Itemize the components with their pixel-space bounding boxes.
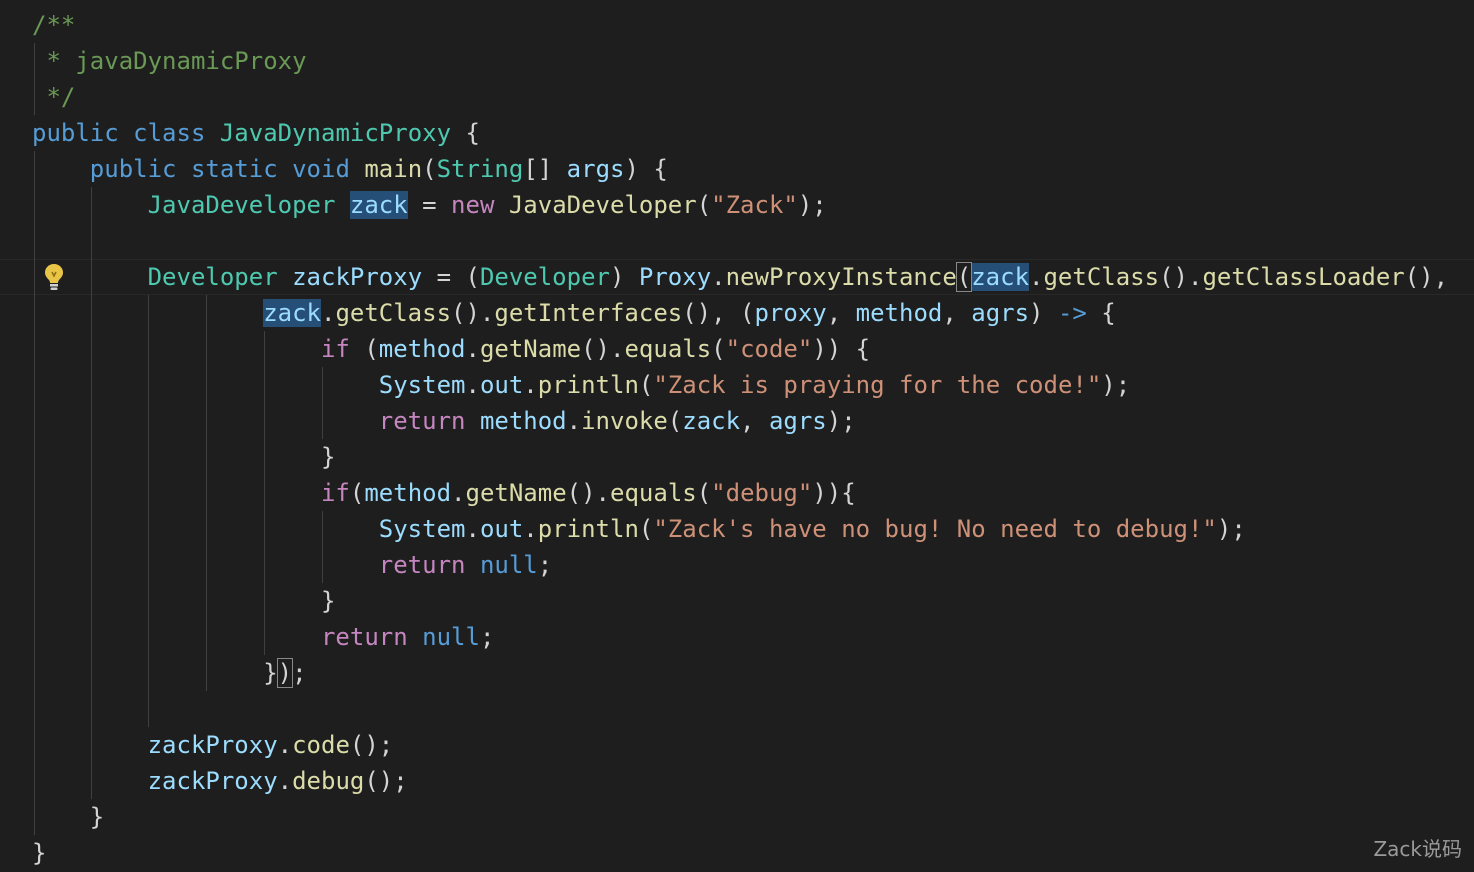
variable-token: System (378, 515, 466, 543)
code-line[interactable]: * javaDynamicProxy (32, 43, 307, 79)
function-token: getClassLoader (1202, 263, 1405, 291)
matched-bracket: ( (955, 262, 973, 292)
string-token: "Zack's have no bug! No need to debug!" (653, 515, 1217, 543)
string-token: "Zack" (711, 191, 798, 219)
code-line[interactable]: } (32, 835, 46, 871)
function-token: println (537, 371, 639, 399)
keyword-token: new (451, 191, 495, 219)
keyword-token: static (190, 155, 278, 183)
selected-variable-token: zack (263, 299, 321, 327)
keyword-token: class (133, 119, 206, 147)
string-token: "Zack is praying for the code!" (653, 371, 1102, 399)
code-line[interactable]: Developer zackProxy = (Developer) Proxy.… (32, 259, 1448, 295)
comment-token: /** (32, 11, 76, 39)
keyword-token: public (32, 119, 119, 147)
string-token: "code" (725, 335, 813, 363)
type-token: Developer (147, 263, 278, 291)
variable-token: method (364, 479, 452, 507)
comment-token: * javaDynamicProxy (32, 47, 307, 75)
variable-token: zackProxy (147, 731, 278, 759)
function-token: getName (479, 335, 582, 363)
variable-token: out (479, 371, 524, 399)
function-token: equals (624, 335, 712, 363)
code-line[interactable]: if(method.getName().equals("debug")){ (32, 475, 856, 511)
code-line[interactable]: */ (32, 79, 75, 115)
keyword-token: public (89, 155, 177, 183)
code-line[interactable]: } (32, 583, 335, 619)
variable-token: agrs (768, 407, 827, 435)
function-token: JavaDeveloper (508, 191, 697, 219)
type-token: String (436, 155, 524, 183)
code-editor[interactable]: /** * javaDynamicProxy */ public class J… (0, 0, 1474, 872)
keyword-token: null (479, 551, 538, 579)
function-token: getClass (335, 299, 452, 327)
variable-token: Proxy (638, 263, 712, 291)
function-token: code (292, 731, 350, 759)
code-line[interactable]: System.out.println("Zack is praying for … (32, 367, 1130, 403)
code-line[interactable]: System.out.println("Zack's have no bug! … (32, 511, 1246, 547)
function-token: main (364, 155, 423, 183)
code-line[interactable]: return null; (32, 547, 552, 583)
function-token: println (537, 515, 639, 543)
variable-token: args (566, 155, 625, 183)
keyword-token: if (320, 479, 350, 507)
function-token: newProxyInstance (725, 263, 957, 291)
keyword-token: return (378, 407, 466, 435)
code-line[interactable]: if (method.getName().equals("code")) { (32, 331, 870, 367)
parameter-token: agrs (971, 299, 1030, 327)
string-token: "debug" (711, 479, 813, 507)
function-token: getInterfaces (494, 299, 683, 327)
variable-token: out (479, 515, 524, 543)
function-token: getName (465, 479, 567, 507)
code-line[interactable]: zackProxy.debug(); (32, 763, 408, 799)
keyword-token: if (320, 335, 350, 363)
code-line[interactable]: JavaDeveloper zack = new JavaDeveloper("… (32, 187, 827, 223)
matched-bracket: ) (276, 658, 294, 688)
variable-token: System (378, 371, 466, 399)
code-line[interactable]: return method.invoke(zack, agrs); (32, 403, 856, 439)
code-line[interactable]: public class JavaDynamicProxy { (32, 115, 480, 151)
variable-token: method (479, 407, 567, 435)
function-token: equals (610, 479, 697, 507)
selected-variable-token: zack (349, 191, 408, 219)
keyword-token: null (422, 623, 480, 651)
code-line[interactable]: /** (32, 7, 75, 43)
variable-token: method (378, 335, 466, 363)
function-token: debug (292, 767, 365, 795)
variable-token: zack (682, 407, 741, 435)
code-line[interactable]: public static void main(String[] args) { (32, 151, 668, 187)
code-line[interactable]: } (32, 439, 335, 475)
code-line[interactable]: zack.getClass().getInterfaces(), (proxy,… (32, 295, 1116, 331)
code-line[interactable]: } (32, 799, 104, 835)
type-token: Developer (479, 263, 610, 291)
code-line[interactable]: zackProxy.code(); (32, 727, 394, 763)
arrow-token: -> (1057, 299, 1087, 327)
watermark-text: Zack说码 (1373, 837, 1462, 861)
lightbulb-icon[interactable] (42, 262, 66, 292)
selected-variable-token: zack (971, 263, 1030, 291)
variable-token: zackProxy (147, 767, 278, 795)
keyword-token: return (378, 551, 466, 579)
keyword-token: void (292, 155, 350, 183)
type-token: JavaDeveloper (147, 191, 336, 219)
keyword-token: return (320, 623, 408, 651)
comment-token: */ (32, 83, 76, 111)
class-name-token: JavaDynamicProxy (219, 119, 452, 147)
function-token: getClass (1043, 263, 1160, 291)
parameter-token: method (855, 299, 943, 327)
parameter-token: proxy (754, 299, 827, 327)
code-line[interactable]: return null; (32, 619, 494, 655)
function-token: invoke (581, 407, 668, 435)
variable-token: zackProxy (292, 263, 423, 291)
code-line[interactable]: }); (32, 655, 307, 691)
